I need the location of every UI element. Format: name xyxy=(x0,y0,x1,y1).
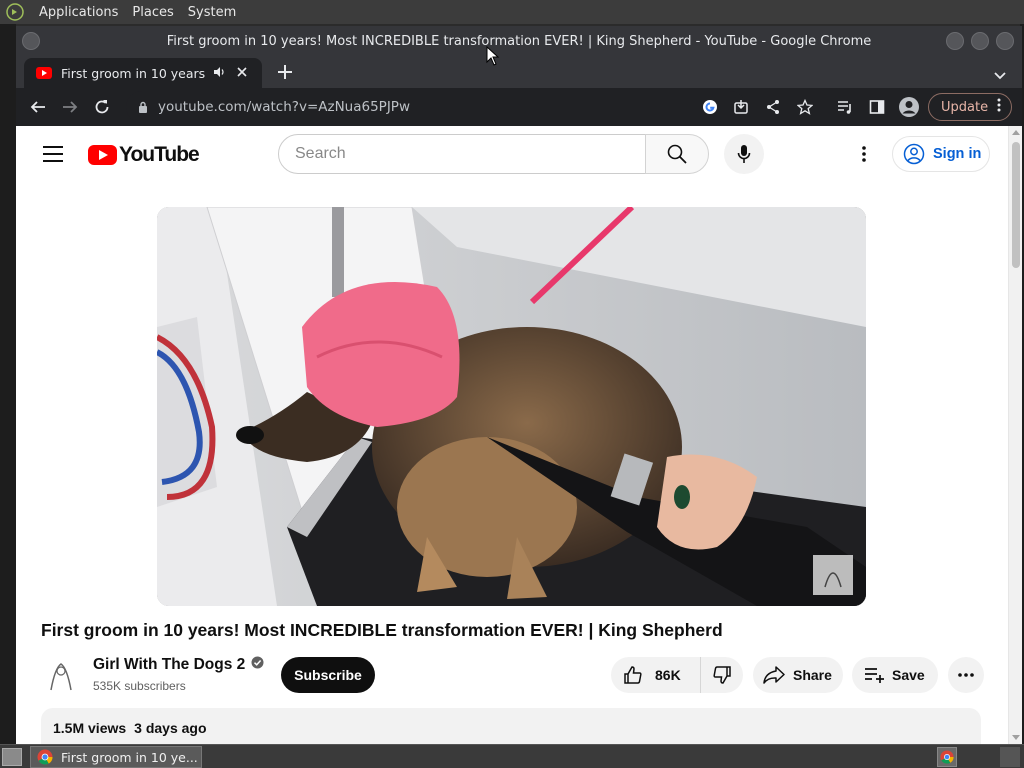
window-titlebar[interactable]: First groom in 10 years! Most INCREDIBLE… xyxy=(16,26,1022,56)
video-title: First groom in 10 years! Most INCREDIBLE… xyxy=(41,620,723,640)
top-panel: Applications Places System xyxy=(0,0,1024,24)
window-menu-button[interactable] xyxy=(22,32,40,50)
lock-icon[interactable] xyxy=(138,98,148,117)
gnome-foot-icon[interactable] xyxy=(4,1,26,23)
youtube-logo-text: YouTube xyxy=(119,143,200,166)
scroll-up-arrow-icon[interactable] xyxy=(1012,130,1020,135)
microphone-icon xyxy=(737,145,751,163)
channel-avatar[interactable] xyxy=(41,656,81,696)
like-dislike-group: 86K xyxy=(611,657,743,693)
share-label: Share xyxy=(793,667,832,683)
close-window-button[interactable] xyxy=(996,32,1014,50)
more-actions-button[interactable] xyxy=(948,657,984,693)
thumbs-up-icon xyxy=(624,666,642,684)
update-chrome-button[interactable]: Update xyxy=(928,93,1012,121)
browser-toolbar: youtube.com/watch?v=AzNua65PJPw Update xyxy=(16,88,1022,126)
tab-strip: First groom in 10 years! Most INCREDIBLE… xyxy=(16,56,1022,88)
share-button[interactable]: Share xyxy=(753,657,843,693)
search-icon xyxy=(667,144,687,164)
forward-arrow-icon[interactable] xyxy=(60,97,80,117)
settings-kebab-icon[interactable] xyxy=(854,144,874,164)
video-player[interactable] xyxy=(157,207,866,606)
install-app-icon[interactable] xyxy=(732,98,750,116)
sign-in-label: Sign in xyxy=(933,146,982,162)
subscribe-button[interactable]: Subscribe xyxy=(281,657,375,693)
tab-search-chevron-icon[interactable] xyxy=(994,65,1006,84)
youtube-favicon-icon xyxy=(36,67,52,79)
more-horizontal-icon xyxy=(958,673,974,677)
chrome-logo-icon xyxy=(37,749,53,765)
search-placeholder: Search xyxy=(295,145,346,162)
bottom-taskbar: First groom in 10 ye... xyxy=(0,744,1024,768)
upload-age: 3 days ago xyxy=(134,720,207,736)
youtube-masthead: YouTube Search Sign in xyxy=(16,126,1008,182)
desktop-left-edge xyxy=(0,24,16,744)
url-text: youtube.com/watch?v=AzNua65PJPw xyxy=(158,99,410,115)
address-bar[interactable]: youtube.com/watch?v=AzNua65PJPw xyxy=(126,91,746,123)
youtube-logo[interactable]: YouTube xyxy=(88,143,200,167)
new-tab-plus-icon[interactable] xyxy=(278,62,292,82)
save-button[interactable]: Save xyxy=(852,657,938,693)
search-button[interactable] xyxy=(645,134,709,174)
save-label: Save xyxy=(892,667,925,683)
back-arrow-icon[interactable] xyxy=(28,97,48,117)
menu-applications[interactable]: Applications xyxy=(32,5,125,20)
reload-icon[interactable] xyxy=(92,97,112,117)
add-to-playlist-icon xyxy=(865,668,884,683)
tab-title: First groom in 10 years! Most INCREDIBLE… xyxy=(61,65,207,81)
like-button[interactable]: 86K xyxy=(611,657,701,693)
view-count: 1.5M views xyxy=(53,720,127,736)
channel-row: Girl With The Dogs 2 535K subscribers Su… xyxy=(41,654,991,698)
mouse-cursor-icon xyxy=(486,46,500,66)
youtube-play-logo-icon xyxy=(88,145,117,165)
share-page-icon[interactable] xyxy=(764,98,782,116)
channel-name: Girl With The Dogs 2 xyxy=(93,656,246,673)
description-box[interactable]: 1.5M views 3 days ago xyxy=(41,708,981,744)
scrollbar-thumb[interactable] xyxy=(1012,142,1020,268)
google-lens-icon[interactable] xyxy=(701,98,719,116)
maximize-button[interactable] xyxy=(971,32,989,50)
channel-name-link[interactable]: Girl With The Dogs 2 xyxy=(93,656,264,674)
menu-places[interactable]: Places xyxy=(125,5,180,20)
video-meta: 1.5M views 3 days ago xyxy=(53,720,207,736)
menu-system[interactable]: System xyxy=(181,5,243,20)
page-viewport: YouTube Search Sign in First groom in 10… xyxy=(16,126,1022,744)
tab-close-icon[interactable] xyxy=(237,66,251,81)
chrome-window: First groom in 10 years! Most INCREDIBLE… xyxy=(16,26,1022,744)
account-circle-icon xyxy=(903,143,925,165)
bookmark-star-icon[interactable] xyxy=(796,98,814,116)
like-count: 86K xyxy=(655,667,681,683)
voice-search-button[interactable] xyxy=(724,134,764,174)
show-desktop-icon[interactable] xyxy=(2,748,22,766)
minimize-button[interactable] xyxy=(946,32,964,50)
sign-in-button[interactable]: Sign in xyxy=(892,136,990,172)
media-control-icon[interactable] xyxy=(836,98,854,116)
taskbar-item-title: First groom in 10 ye... xyxy=(61,749,197,765)
scroll-down-arrow-icon[interactable] xyxy=(1012,735,1020,740)
taskbar-item-chrome[interactable]: First groom in 10 ye... xyxy=(30,746,202,768)
side-panel-icon[interactable] xyxy=(868,98,886,116)
dislike-button[interactable] xyxy=(701,657,743,693)
window-title: First groom in 10 years! Most INCREDIBLE… xyxy=(166,33,872,49)
workspace-switcher[interactable] xyxy=(1000,747,1020,767)
thumbs-down-icon xyxy=(713,666,731,684)
video-frame-image xyxy=(157,207,866,606)
verified-badge-icon xyxy=(251,656,264,674)
subscriber-count: 535K subscribers xyxy=(93,679,186,693)
chrome-menu-kebab-icon[interactable] xyxy=(997,98,1001,116)
share-arrow-icon xyxy=(763,666,785,684)
profile-avatar-icon[interactable] xyxy=(898,96,920,118)
page-scrollbar[interactable] xyxy=(1008,126,1022,744)
speaker-icon[interactable] xyxy=(213,66,227,81)
tab-youtube[interactable]: First groom in 10 years! Most INCREDIBLE… xyxy=(24,58,262,88)
search-input[interactable]: Search xyxy=(278,134,646,174)
guide-menu-icon[interactable] xyxy=(43,146,63,162)
update-label: Update xyxy=(941,99,989,115)
tray-chrome-icon[interactable] xyxy=(937,747,957,767)
